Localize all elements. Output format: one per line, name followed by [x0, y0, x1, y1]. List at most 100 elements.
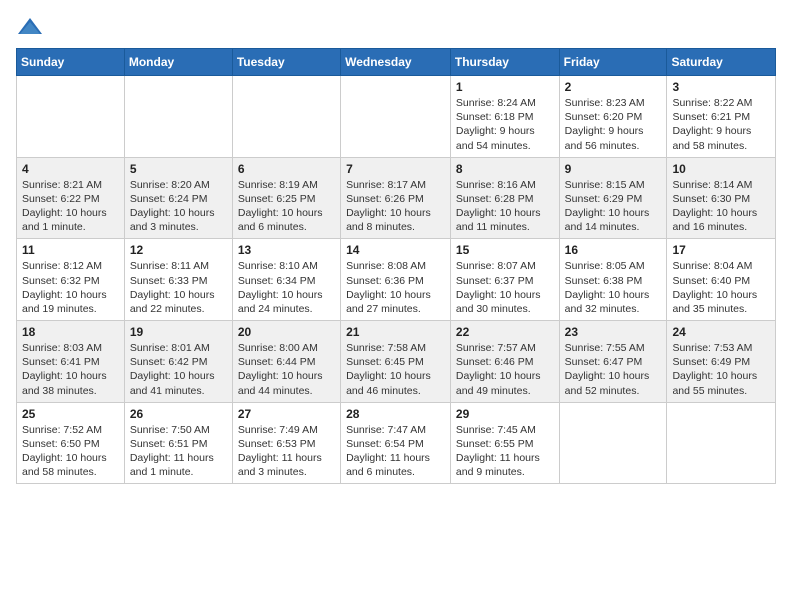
- calendar-week-row: 1 Sunrise: 8:24 AM Sunset: 6:18 PM Daylig…: [17, 76, 776, 158]
- day-number: 24: [672, 325, 770, 339]
- header-friday: Friday: [559, 49, 667, 76]
- day-number: 8: [456, 162, 554, 176]
- calendar-cell: 20 Sunrise: 8:00 AM Sunset: 6:44 PM Dayli…: [232, 321, 340, 403]
- day-info: Sunrise: 8:22 AM Sunset: 6:21 PM Dayligh…: [672, 96, 770, 153]
- calendar-cell: 26 Sunrise: 7:50 AM Sunset: 6:51 PM Dayli…: [124, 402, 232, 484]
- calendar-table: SundayMondayTuesdayWednesdayThursdayFrid…: [16, 48, 776, 484]
- day-number: 27: [238, 407, 335, 421]
- calendar-week-row: 11 Sunrise: 8:12 AM Sunset: 6:32 PM Dayli…: [17, 239, 776, 321]
- day-number: 7: [346, 162, 445, 176]
- calendar-cell: 22 Sunrise: 7:57 AM Sunset: 6:46 PM Dayli…: [450, 321, 559, 403]
- calendar-week-row: 18 Sunrise: 8:03 AM Sunset: 6:41 PM Dayli…: [17, 321, 776, 403]
- day-info: Sunrise: 7:45 AM Sunset: 6:55 PM Dayligh…: [456, 423, 554, 480]
- day-info: Sunrise: 8:05 AM Sunset: 6:38 PM Dayligh…: [565, 259, 662, 316]
- day-info: Sunrise: 7:49 AM Sunset: 6:53 PM Dayligh…: [238, 423, 335, 480]
- day-number: 6: [238, 162, 335, 176]
- day-info: Sunrise: 8:16 AM Sunset: 6:28 PM Dayligh…: [456, 178, 554, 235]
- calendar-cell: [559, 402, 667, 484]
- calendar-cell: 11 Sunrise: 8:12 AM Sunset: 6:32 PM Dayli…: [17, 239, 125, 321]
- day-number: 10: [672, 162, 770, 176]
- day-number: 19: [130, 325, 227, 339]
- calendar-cell: 9 Sunrise: 8:15 AM Sunset: 6:29 PM Daylig…: [559, 157, 667, 239]
- day-number: 2: [565, 80, 662, 94]
- day-number: 20: [238, 325, 335, 339]
- day-number: 14: [346, 243, 445, 257]
- day-info: Sunrise: 8:04 AM Sunset: 6:40 PM Dayligh…: [672, 259, 770, 316]
- calendar-cell: 3 Sunrise: 8:22 AM Sunset: 6:21 PM Daylig…: [667, 76, 776, 158]
- calendar-cell: 16 Sunrise: 8:05 AM Sunset: 6:38 PM Dayli…: [559, 239, 667, 321]
- day-info: Sunrise: 8:15 AM Sunset: 6:29 PM Dayligh…: [565, 178, 662, 235]
- day-info: Sunrise: 7:57 AM Sunset: 6:46 PM Dayligh…: [456, 341, 554, 398]
- calendar-cell: 27 Sunrise: 7:49 AM Sunset: 6:53 PM Dayli…: [232, 402, 340, 484]
- day-info: Sunrise: 8:17 AM Sunset: 6:26 PM Dayligh…: [346, 178, 445, 235]
- calendar-cell: [232, 76, 340, 158]
- day-info: Sunrise: 8:03 AM Sunset: 6:41 PM Dayligh…: [22, 341, 119, 398]
- calendar-cell: 29 Sunrise: 7:45 AM Sunset: 6:55 PM Dayli…: [450, 402, 559, 484]
- day-number: 12: [130, 243, 227, 257]
- calendar-week-row: 25 Sunrise: 7:52 AM Sunset: 6:50 PM Dayli…: [17, 402, 776, 484]
- header-saturday: Saturday: [667, 49, 776, 76]
- calendar-cell: 23 Sunrise: 7:55 AM Sunset: 6:47 PM Dayli…: [559, 321, 667, 403]
- header-thursday: Thursday: [450, 49, 559, 76]
- calendar-header-row: SundayMondayTuesdayWednesdayThursdayFrid…: [17, 49, 776, 76]
- header-monday: Monday: [124, 49, 232, 76]
- day-number: 29: [456, 407, 554, 421]
- day-number: 22: [456, 325, 554, 339]
- day-info: Sunrise: 7:52 AM Sunset: 6:50 PM Dayligh…: [22, 423, 119, 480]
- day-info: Sunrise: 8:00 AM Sunset: 6:44 PM Dayligh…: [238, 341, 335, 398]
- day-info: Sunrise: 8:14 AM Sunset: 6:30 PM Dayligh…: [672, 178, 770, 235]
- calendar-cell: 2 Sunrise: 8:23 AM Sunset: 6:20 PM Daylig…: [559, 76, 667, 158]
- calendar-cell: [667, 402, 776, 484]
- calendar-cell: 7 Sunrise: 8:17 AM Sunset: 6:26 PM Daylig…: [341, 157, 451, 239]
- day-info: Sunrise: 7:47 AM Sunset: 6:54 PM Dayligh…: [346, 423, 445, 480]
- calendar-cell: 17 Sunrise: 8:04 AM Sunset: 6:40 PM Dayli…: [667, 239, 776, 321]
- day-info: Sunrise: 8:07 AM Sunset: 6:37 PM Dayligh…: [456, 259, 554, 316]
- calendar-cell: 15Sunrise: 8:07 AM Sunset: 6:37 PM Dayli…: [450, 239, 559, 321]
- day-number: 23: [565, 325, 662, 339]
- day-info: Sunrise: 8:12 AM Sunset: 6:32 PM Dayligh…: [22, 259, 119, 316]
- calendar-cell: 25 Sunrise: 7:52 AM Sunset: 6:50 PM Dayli…: [17, 402, 125, 484]
- day-number: 3: [672, 80, 770, 94]
- day-number: 11: [22, 243, 119, 257]
- day-number: 21: [346, 325, 445, 339]
- calendar-cell: 21 Sunrise: 7:58 AM Sunset: 6:45 PM Dayli…: [341, 321, 451, 403]
- day-info: Sunrise: 7:50 AM Sunset: 6:51 PM Dayligh…: [130, 423, 227, 480]
- day-number: 9: [565, 162, 662, 176]
- header-wednesday: Wednesday: [341, 49, 451, 76]
- calendar-cell: [124, 76, 232, 158]
- day-info: Sunrise: 8:21 AM Sunset: 6:22 PM Dayligh…: [22, 178, 119, 235]
- day-number: 4: [22, 162, 119, 176]
- calendar-cell: 5Sunrise: 8:20 AM Sunset: 6:24 PM Daylig…: [124, 157, 232, 239]
- day-info: Sunrise: 8:01 AM Sunset: 6:42 PM Dayligh…: [130, 341, 227, 398]
- header-tuesday: Tuesday: [232, 49, 340, 76]
- day-number: 26: [130, 407, 227, 421]
- day-number: 1: [456, 80, 554, 94]
- day-number: 17: [672, 243, 770, 257]
- logo: [16, 16, 48, 38]
- logo-icon: [16, 16, 44, 38]
- calendar-week-row: 4 Sunrise: 8:21 AM Sunset: 6:22 PM Daylig…: [17, 157, 776, 239]
- day-info: Sunrise: 7:55 AM Sunset: 6:47 PM Dayligh…: [565, 341, 662, 398]
- day-info: Sunrise: 8:10 AM Sunset: 6:34 PM Dayligh…: [238, 259, 335, 316]
- calendar-cell: 10 Sunrise: 8:14 AM Sunset: 6:30 PM Dayli…: [667, 157, 776, 239]
- day-number: 13: [238, 243, 335, 257]
- day-number: 16: [565, 243, 662, 257]
- day-info: Sunrise: 7:53 AM Sunset: 6:49 PM Dayligh…: [672, 341, 770, 398]
- calendar-cell: [341, 76, 451, 158]
- calendar-cell: 18 Sunrise: 8:03 AM Sunset: 6:41 PM Dayli…: [17, 321, 125, 403]
- calendar-cell: 24 Sunrise: 7:53 AM Sunset: 6:49 PM Dayli…: [667, 321, 776, 403]
- header-sunday: Sunday: [17, 49, 125, 76]
- day-info: Sunrise: 8:23 AM Sunset: 6:20 PM Dayligh…: [565, 96, 662, 153]
- page-header: [16, 16, 776, 38]
- day-number: 18: [22, 325, 119, 339]
- calendar-cell: 19 Sunrise: 8:01 AM Sunset: 6:42 PM Dayli…: [124, 321, 232, 403]
- calendar-cell: 14 Sunrise: 8:08 AM Sunset: 6:36 PM Dayli…: [341, 239, 451, 321]
- calendar-cell: 13 Sunrise: 8:10 AM Sunset: 6:34 PM Dayli…: [232, 239, 340, 321]
- calendar-cell: 1 Sunrise: 8:24 AM Sunset: 6:18 PM Daylig…: [450, 76, 559, 158]
- day-info: Sunrise: 8:20 AM Sunset: 6:24 PM Dayligh…: [130, 178, 227, 235]
- day-info: Sunrise: 8:08 AM Sunset: 6:36 PM Dayligh…: [346, 259, 445, 316]
- day-number: 25: [22, 407, 119, 421]
- day-info: Sunrise: 7:58 AM Sunset: 6:45 PM Dayligh…: [346, 341, 445, 398]
- day-info: Sunrise: 8:19 AM Sunset: 6:25 PM Dayligh…: [238, 178, 335, 235]
- day-info: Sunrise: 8:24 AM Sunset: 6:18 PM Dayligh…: [456, 96, 554, 153]
